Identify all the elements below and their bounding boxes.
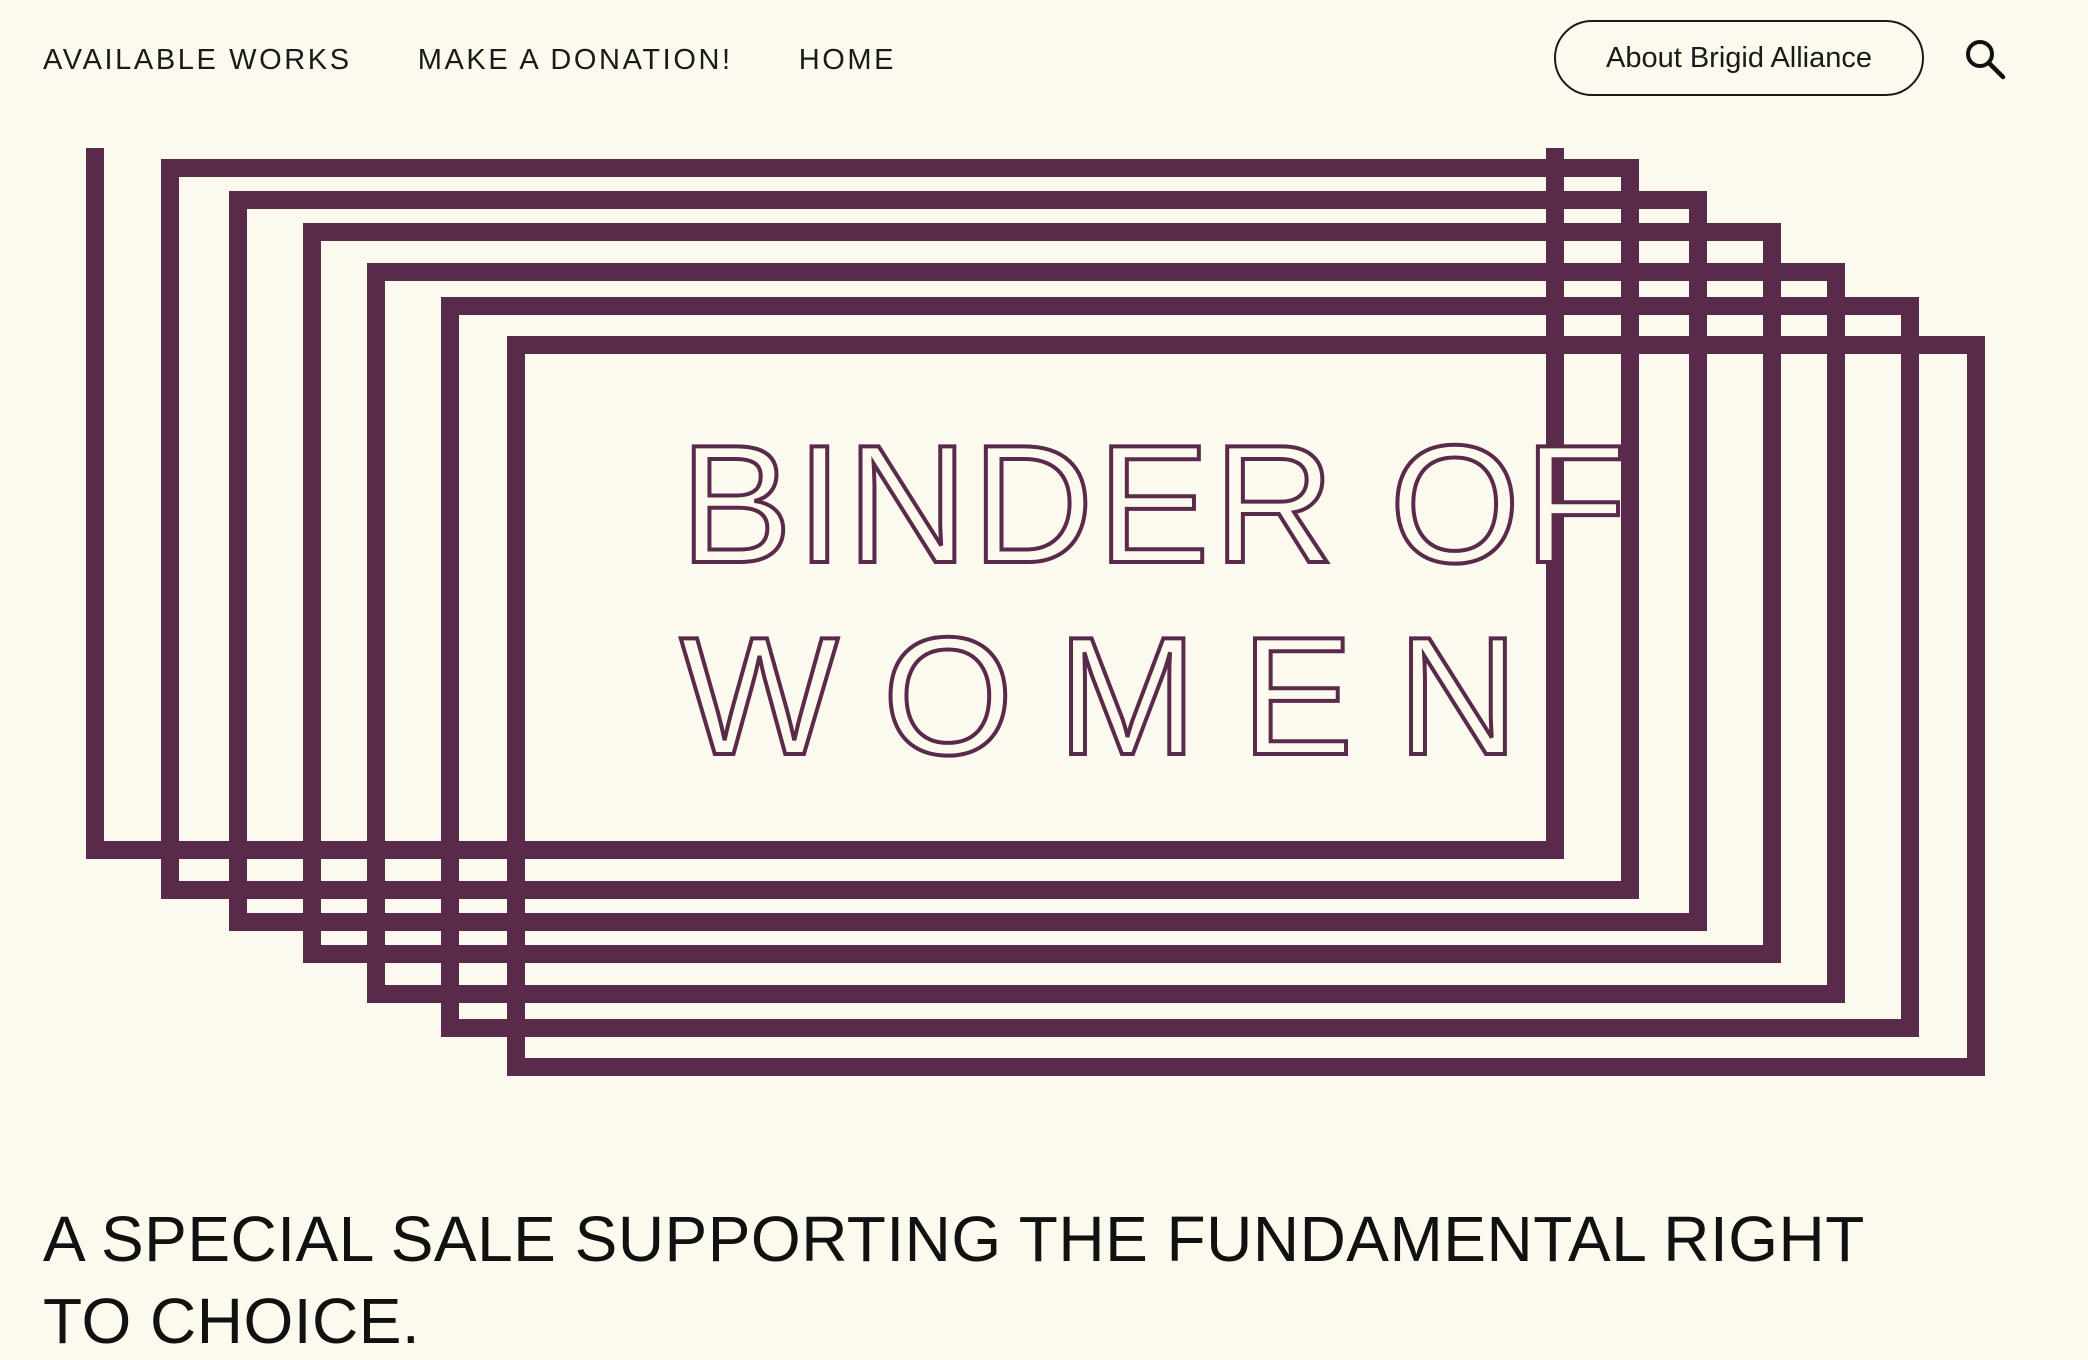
top-navigation: AVAILABLE WORKS MAKE A DONATION! HOME Ab… (0, 0, 2088, 120)
nav-link-available-works[interactable]: AVAILABLE WORKS (43, 44, 352, 76)
page: AVAILABLE WORKS MAKE A DONATION! HOME Ab… (0, 0, 2088, 1360)
nav-link-home[interactable]: HOME (799, 44, 896, 76)
primary-nav: AVAILABLE WORKS MAKE A DONATION! HOME (43, 44, 896, 76)
about-brigid-alliance-button[interactable]: About Brigid Alliance (1554, 20, 1924, 96)
page-headline: A SPECIAL SALE SUPPORTING THE FUNDAMENTA… (43, 1203, 1864, 1357)
search-icon (1966, 40, 2006, 80)
logo-text-binder-of: BINDER OF (678, 410, 1631, 598)
logo-text-women: WOMEN (678, 602, 1563, 790)
search-button[interactable] (1960, 34, 2010, 84)
nav-link-make-a-donation[interactable]: MAKE A DONATION! (418, 44, 733, 76)
binder-of-women-logo: BINDER OF WOMEN (80, 148, 2000, 1098)
